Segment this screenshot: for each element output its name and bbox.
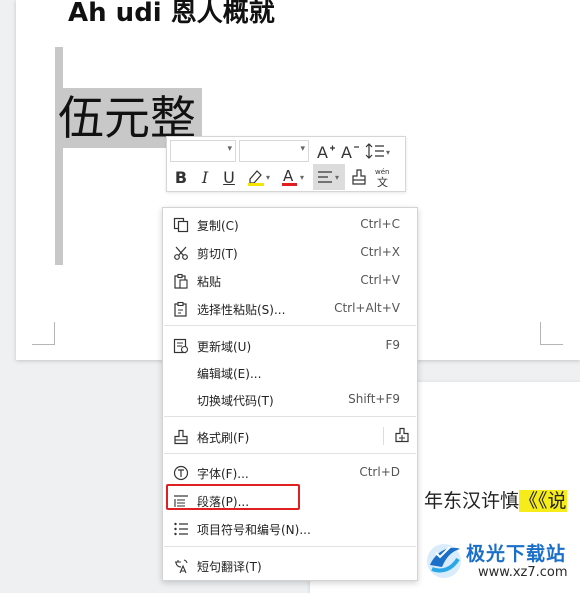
menu-item-label: 短句翻译(T)	[197, 560, 262, 574]
watermark-logo-icon	[427, 544, 461, 578]
paste-icon	[172, 272, 190, 290]
format-painter-icon	[352, 169, 366, 185]
menu-separator	[164, 325, 416, 326]
menu-item-edit-field[interactable]: 编辑域(E)...	[164, 359, 416, 386]
menu-item-label: 项目符号和编号(N)...	[197, 523, 311, 537]
page2-text-line: 年东汉许慎《《说	[424, 486, 567, 513]
menu-item-paste[interactable]: 粘贴 Ctrl+V	[164, 267, 416, 294]
svg-text:▾: ▾	[335, 173, 339, 182]
font-size-combo[interactable]: ▾	[239, 140, 309, 162]
menu-separator	[164, 453, 416, 454]
svg-text:A: A	[283, 167, 294, 185]
grow-font-icon: A	[317, 143, 335, 160]
menu-separator	[164, 546, 416, 547]
paste-special-icon	[172, 300, 190, 318]
mini-toolbar: ▾ ▾ A A ▾ B I U ▾ A ▾ ▾ wén 文	[166, 136, 406, 192]
watermark-title: 极光下载站	[466, 543, 567, 565]
font-color-icon: A ▾	[282, 167, 304, 186]
line-spacing-button[interactable]: ▾	[364, 139, 394, 163]
svg-text:文: 文	[377, 175, 388, 187]
menu-item-shortcut: Ctrl+Alt+V	[334, 301, 400, 315]
menu-item-toggle-field-codes[interactable]: 切换域代码(T) Shift+F9	[164, 386, 416, 413]
context-menu: 复制(C) Ctrl+C 剪切(T) Ctrl+X 粘贴 Ctrl+V 选择性粘…	[162, 207, 418, 581]
grow-font-button[interactable]: A	[315, 139, 337, 163]
bullets-icon	[172, 520, 190, 538]
svg-text:▾: ▾	[300, 173, 304, 182]
font-name-combo[interactable]: ▾	[170, 140, 236, 162]
page2-highlighted-text: 《《说	[519, 490, 567, 512]
chevron-down-icon: ▾	[227, 144, 232, 154]
menu-inline-divider	[383, 427, 384, 445]
menu-item-shortcut: Ctrl+D	[359, 465, 400, 479]
copy-icon	[172, 216, 190, 234]
svg-text:A: A	[341, 143, 352, 160]
highlight-button[interactable]: ▾	[245, 165, 275, 189]
chevron-down-icon: ▾	[300, 144, 305, 154]
svg-text:A: A	[317, 143, 328, 160]
shrink-font-button[interactable]: A	[339, 139, 361, 163]
translate-icon	[172, 557, 190, 575]
update-field-icon	[172, 337, 190, 355]
menu-item-shortcut: Ctrl+X	[360, 245, 400, 259]
font-icon	[172, 464, 190, 482]
menu-item-shortcut: Ctrl+V	[360, 273, 400, 287]
menu-item-paste-special[interactable]: 选择性粘贴(S)... Ctrl+Alt+V	[164, 295, 416, 322]
watermark: 极光下载站 www.xz7.com	[420, 537, 580, 585]
underline-button[interactable]: U	[219, 165, 239, 189]
svg-text:▾: ▾	[386, 148, 390, 157]
page2-text: 年东汉许慎	[424, 490, 520, 512]
margin-corner-right	[540, 322, 563, 345]
menu-item-label: 选择性粘贴(S)...	[197, 303, 286, 317]
svg-text:▾: ▾	[266, 173, 270, 182]
svg-text:wén: wén	[375, 168, 389, 176]
italic-button[interactable]: I	[195, 165, 215, 189]
menu-separator	[164, 416, 416, 417]
bold-button[interactable]: B	[171, 165, 191, 189]
menu-item-label: 剪切(T)	[197, 247, 238, 261]
shrink-font-icon: A	[341, 143, 359, 160]
font-color-button[interactable]: A ▾	[279, 165, 309, 189]
paragraph-highlight-box	[166, 484, 300, 510]
line-spacing-icon: ▾	[365, 143, 390, 159]
menu-item-update-field[interactable]: 更新域(U) F9	[164, 332, 416, 359]
format-painter-icon	[172, 428, 190, 446]
menu-item-cut[interactable]: 剪切(T) Ctrl+X	[164, 239, 416, 266]
menu-item-font[interactable]: 字体(F)... Ctrl+D	[164, 459, 416, 486]
menu-item-shortcut: Ctrl+C	[360, 217, 400, 231]
margin-corner-left	[32, 322, 55, 345]
menu-item-label: 格式刷(F)	[197, 431, 250, 445]
menu-item-label: 字体(F)...	[197, 467, 249, 481]
phonetic-guide-icon: wén文	[375, 168, 389, 187]
selection-margin-bar	[55, 47, 63, 265]
watermark-url: www.xz7.com	[478, 565, 568, 580]
menu-item-copy[interactable]: 复制(C) Ctrl+C	[164, 211, 416, 238]
menu-item-format-painter[interactable]: 格式刷(F)	[164, 423, 416, 450]
phonetic-guide-button[interactable]: wén 文	[373, 165, 395, 189]
menu-item-label: 粘贴	[197, 275, 222, 289]
menu-item-label: 更新域(U)	[197, 340, 252, 354]
menu-item-label: 复制(C)	[197, 219, 239, 233]
highlighter-icon: ▾	[248, 170, 270, 186]
menu-item-bullets-numbering[interactable]: 项目符号和编号(N)...	[164, 515, 416, 542]
format-painter-button[interactable]	[349, 165, 369, 189]
document-heading: Ah udi 恩人概就	[68, 0, 275, 28]
scissors-icon	[172, 244, 190, 262]
menu-item-label: 编辑域(E)...	[197, 367, 262, 381]
menu-item-shortcut: F9	[385, 338, 400, 352]
format-painter-lock-icon[interactable]	[394, 427, 410, 446]
align-button[interactable]: ▾	[313, 164, 345, 190]
menu-item-label: 切换域代码(T)	[197, 394, 274, 408]
menu-item-translate[interactable]: 短句翻译(T)	[164, 552, 416, 579]
menu-item-shortcut: Shift+F9	[348, 392, 400, 406]
align-left-icon: ▾	[318, 171, 339, 183]
